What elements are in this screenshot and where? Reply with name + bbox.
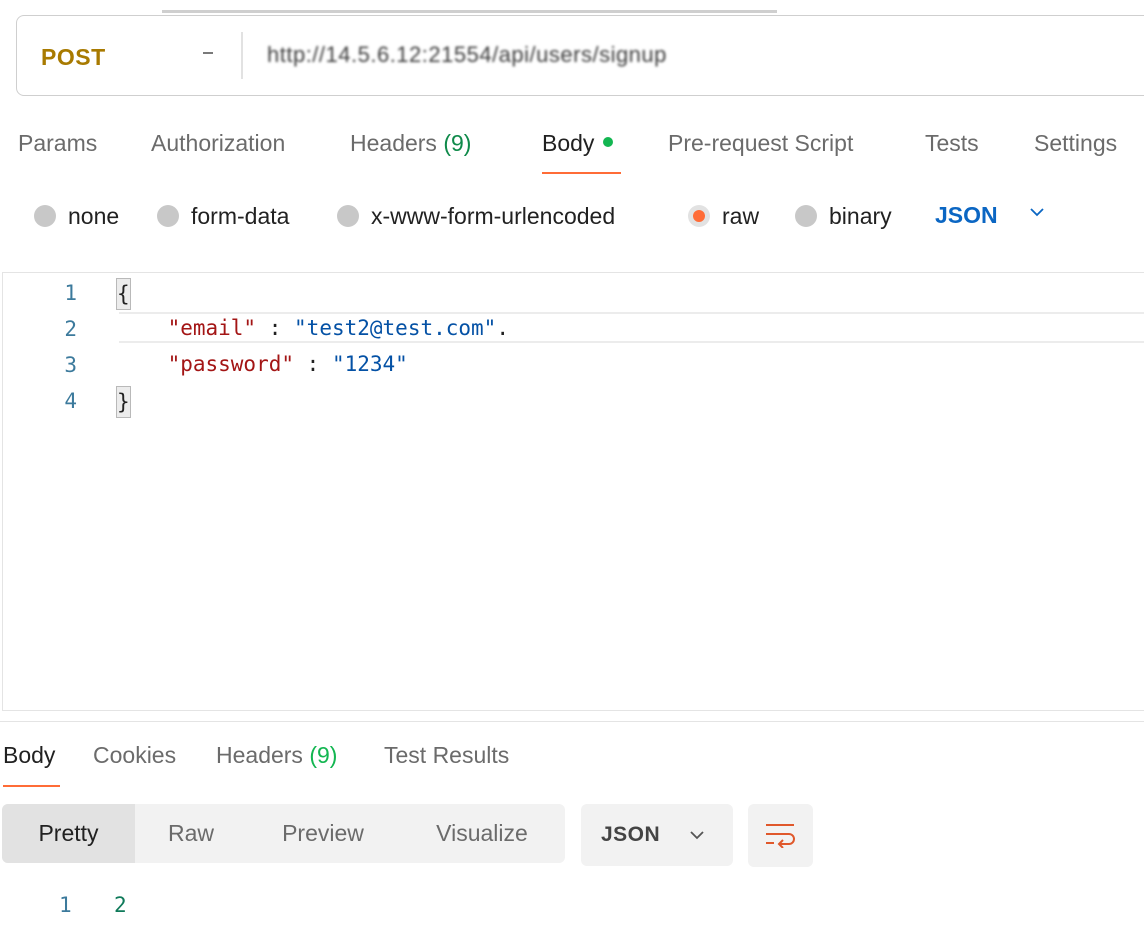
wrap-lines-icon (766, 824, 795, 848)
headers-count: (9) (443, 130, 472, 156)
response-line-number: 1 (59, 893, 72, 917)
radio-raw[interactable]: raw (688, 202, 759, 230)
top-scroll-indicator (162, 10, 777, 13)
response-divider[interactable] (0, 721, 1144, 722)
line-number: 2 (64, 317, 77, 341)
radio-circle-icon[interactable] (337, 205, 359, 227)
radio-binary[interactable]: binary (795, 202, 892, 230)
response-line-number: 2 (114, 893, 127, 917)
json-value: "test2@test.com" (294, 316, 497, 340)
method-dropdown-icon[interactable] (203, 52, 213, 54)
json-value: "1234" (331, 352, 408, 376)
view-preview-button[interactable]: Preview (247, 804, 399, 863)
line-number: 4 (64, 389, 77, 413)
wrap-lines-button[interactable] (748, 804, 813, 867)
active-tab-indicator (542, 172, 621, 174)
view-visualize-button[interactable]: Visualize (399, 804, 565, 863)
json-key: "email" (167, 316, 257, 340)
line-number: 3 (64, 353, 77, 377)
tab-tests[interactable]: Tests (925, 130, 979, 157)
response-view-toggle: Pretty Raw Preview Visualize (2, 804, 565, 863)
response-tab-headers[interactable]: Headers (9) (216, 742, 337, 769)
response-tab-test-results[interactable]: Test Results (384, 742, 509, 769)
open-brace: { (116, 278, 131, 310)
body-format-select[interactable]: JSON (935, 202, 998, 229)
radio-circle-icon[interactable] (795, 205, 817, 227)
url-divider (241, 32, 243, 79)
radio-none[interactable]: none (34, 202, 119, 230)
radio-form-data[interactable]: form-data (157, 202, 289, 230)
radio-circle-icon[interactable] (157, 205, 179, 227)
request-bar: POST http://14.5.6.12:21554/api/users/si… (16, 15, 1144, 96)
close-brace: } (116, 386, 131, 418)
request-body-editor[interactable]: 1 2 3 4 { "email" : "test2@test.com". "p… (2, 272, 1144, 711)
response-format-label: JSON (601, 823, 661, 846)
tab-prerequest-script[interactable]: Pre-request Script (668, 130, 853, 157)
code-line-3: "password" : "1234" (167, 352, 408, 376)
view-pretty-button[interactable]: Pretty (2, 804, 135, 863)
http-method-select[interactable]: POST (41, 44, 106, 71)
tab-params[interactable]: Params (18, 130, 97, 157)
line-number: 1 (64, 281, 77, 305)
response-headers-count: (9) (309, 742, 338, 768)
url-input[interactable]: http://14.5.6.12:21554/api/users/signup (267, 42, 667, 68)
tab-authorization[interactable]: Authorization (151, 130, 285, 157)
response-format-select[interactable]: JSON (581, 804, 733, 866)
json-key: "password" (167, 352, 295, 376)
code-line-2: "email" : "test2@test.com". (167, 316, 509, 340)
chevron-down-icon (690, 831, 704, 840)
radio-selected-icon[interactable] (688, 205, 710, 227)
active-response-tab-indicator (3, 785, 60, 787)
code-line-4: } (116, 386, 131, 418)
view-raw-button[interactable]: Raw (135, 804, 247, 863)
tab-settings[interactable]: Settings (1034, 130, 1117, 157)
radio-circle-icon[interactable] (34, 205, 56, 227)
chevron-down-icon[interactable] (1029, 204, 1045, 220)
response-tab-cookies[interactable]: Cookies (93, 742, 176, 769)
tab-body[interactable]: Body (542, 130, 614, 157)
body-modified-dot-icon (603, 137, 614, 147)
radio-urlencoded[interactable]: x-www-form-urlencoded (337, 202, 615, 230)
code-line-1: { (116, 278, 131, 310)
tab-headers[interactable]: Headers (9) (350, 130, 471, 157)
response-tab-body[interactable]: Body (3, 742, 55, 769)
